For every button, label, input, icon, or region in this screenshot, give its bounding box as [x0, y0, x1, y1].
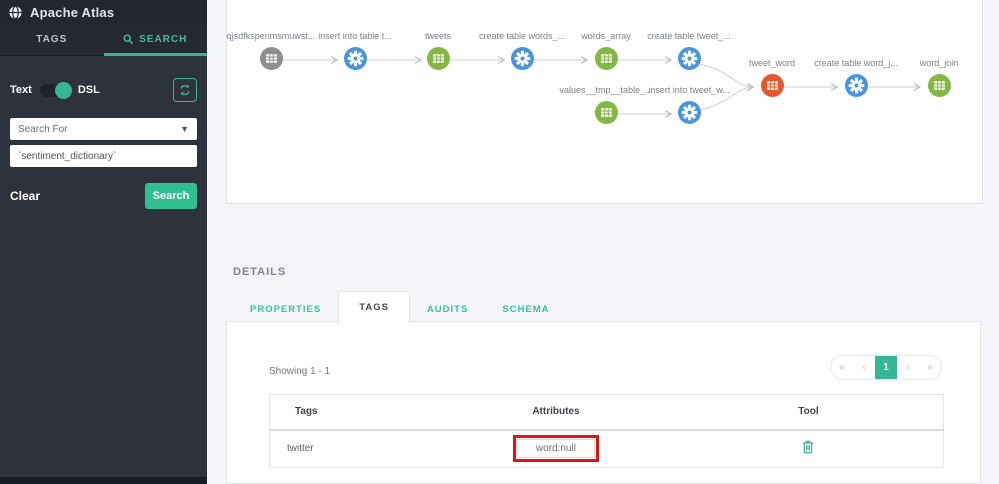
search-button[interactable]: Search	[145, 183, 197, 209]
atlas-logo-icon	[8, 4, 23, 20]
lineage-node-label: create table tweet_...	[647, 31, 731, 41]
details-tabs: PROPERTIES TAGS AUDITS SCHEMA	[233, 291, 566, 324]
sidebar-footer	[0, 477, 207, 484]
sidebar-tabs: TAGS SEARCH	[0, 24, 207, 56]
toggle-right-label: DSL	[77, 84, 100, 96]
pagination-next[interactable]: ›	[897, 356, 919, 379]
sidebar-tab-search[interactable]: SEARCH	[104, 24, 208, 55]
pagination-first[interactable]: «	[831, 356, 853, 379]
lineage-node-word-join[interactable]: word_join	[874, 57, 999, 102]
tab-schema[interactable]: SCHEMA	[485, 295, 566, 324]
search-form: Text DSL Search For ▼ Clear Search	[0, 56, 207, 209]
header-tool: Tool	[673, 394, 944, 431]
table-row: twitter word:null	[270, 430, 944, 468]
tag-name-cell[interactable]: twitter	[270, 430, 439, 468]
query-input[interactable]	[10, 145, 197, 167]
active-tab-underline	[103, 53, 207, 56]
table-icon	[927, 74, 951, 97]
search-actions: Clear Search	[10, 183, 197, 209]
header-attributes: Attributes	[438, 394, 674, 431]
sidebar-tab-tags-label: TAGS	[36, 34, 68, 45]
lineage-graph-panel: qjsdfkspenmsmuwst... insert into table t…	[226, 0, 983, 204]
showing-count: Showing 1 - 1	[269, 366, 331, 377]
toggle-left-label: Text	[10, 84, 32, 96]
details-panel: Showing 1 - 1 « ‹ 1 › » Tags Attributes …	[226, 321, 981, 484]
table-icon	[259, 47, 283, 70]
tag-attributes-cell: word:null	[438, 430, 674, 468]
process-gear-icon	[844, 74, 868, 97]
attribute-chip[interactable]: word:null	[516, 439, 595, 459]
search-mode-row: Text DSL	[10, 78, 197, 102]
pagination-last[interactable]: »	[919, 356, 941, 379]
header-tags: Tags	[269, 394, 438, 431]
process-gear-icon	[343, 47, 367, 70]
tab-properties[interactable]: PROPERTIES	[233, 295, 338, 324]
clear-link[interactable]: Clear	[10, 189, 40, 203]
details-title: DETAILS	[233, 266, 287, 278]
search-for-select[interactable]: Search For ▼	[10, 118, 197, 140]
tag-tool-cell	[674, 430, 944, 468]
pagination-prev[interactable]: ‹	[853, 356, 875, 379]
sidebar: Apache Atlas TAGS SEARCH Text DSL Search…	[0, 0, 207, 484]
app-header: Apache Atlas	[0, 0, 207, 24]
toggle-knob	[54, 81, 72, 99]
table-icon	[594, 47, 618, 70]
process-gear-icon	[677, 47, 701, 70]
text-dsl-toggle[interactable]	[39, 81, 72, 99]
lineage-node-label: word_join	[919, 58, 959, 68]
red-highlight-annotation: word:null	[512, 435, 599, 463]
tags-table: Tags Attributes Tool twitter word:null	[269, 394, 944, 468]
delete-tag-button[interactable]	[802, 440, 814, 454]
process-gear-icon	[510, 47, 534, 70]
search-icon	[123, 34, 134, 45]
table-icon	[426, 47, 450, 70]
tab-audits[interactable]: AUDITS	[410, 295, 485, 324]
pagination: « ‹ 1 › »	[830, 355, 942, 380]
refresh-button[interactable]	[173, 78, 197, 102]
process-gear-icon	[677, 101, 701, 124]
pagination-page-1[interactable]: 1	[875, 356, 897, 379]
refresh-icon	[180, 84, 190, 96]
table-icon	[594, 101, 618, 124]
tab-tags[interactable]: TAGS	[338, 291, 410, 324]
table-icon	[760, 74, 784, 97]
sidebar-tab-tags[interactable]: TAGS	[0, 24, 104, 55]
app-title: Apache Atlas	[30, 4, 115, 20]
search-for-selected: Search For	[18, 123, 68, 135]
sidebar-tab-search-label: SEARCH	[139, 34, 188, 45]
table-header-row: Tags Attributes Tool	[269, 394, 944, 431]
dropdown-caret-icon: ▼	[180, 124, 189, 134]
trash-icon	[803, 441, 814, 454]
